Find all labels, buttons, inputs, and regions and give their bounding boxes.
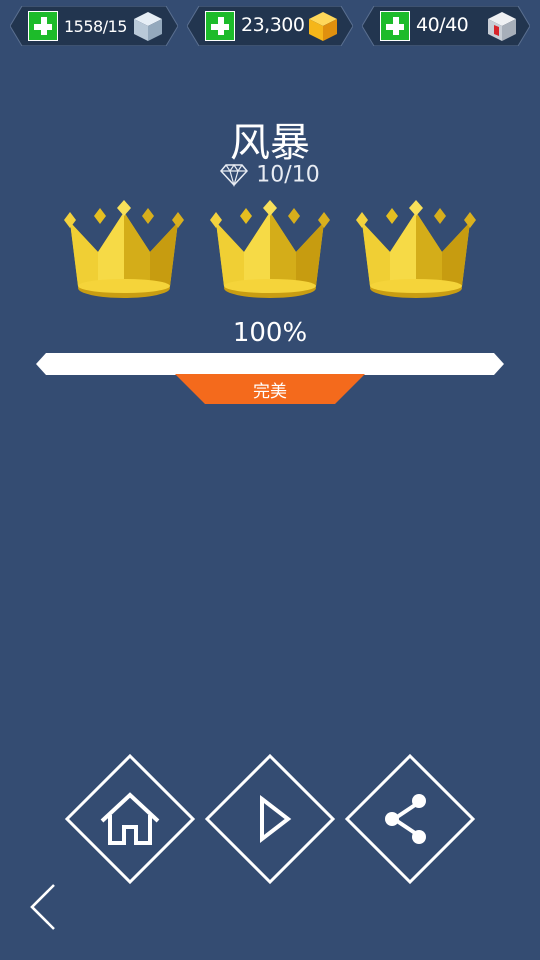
gold-resource: 23,300	[187, 6, 353, 46]
ice-cube-icon	[134, 12, 162, 41]
crown-icon	[356, 200, 476, 298]
ice-resource: 1558/15	[10, 6, 178, 46]
resource-bar: 1558/15 23,300 40/40	[0, 0, 540, 52]
gem-count: 10/10	[256, 162, 320, 188]
energy-value: 40/40	[416, 14, 469, 36]
back-chevron-icon	[30, 884, 55, 930]
crown-icon	[64, 200, 184, 298]
progress-bar-fill	[36, 353, 504, 375]
home-icon	[100, 792, 160, 845]
gold-cube-icon	[309, 12, 337, 41]
crown-icon	[210, 200, 330, 298]
ice-value: 1558/15	[64, 17, 127, 36]
progress-percent: 100%	[232, 318, 308, 348]
add-gold-button[interactable]	[205, 11, 235, 41]
share-button[interactable]	[344, 753, 476, 885]
energy-resource: 40/40	[362, 6, 530, 46]
energy-cube-icon	[488, 12, 516, 41]
home-button[interactable]	[64, 753, 196, 885]
play-icon	[260, 794, 292, 844]
diamond-icon	[220, 163, 249, 187]
play-button[interactable]	[204, 753, 336, 885]
level-title: 风暴	[230, 120, 310, 166]
gem-counter: 10/10	[0, 162, 540, 188]
add-ice-button[interactable]	[28, 11, 58, 41]
back-button[interactable]	[24, 883, 64, 931]
progress-bar	[36, 353, 504, 375]
gold-value: 23,300	[241, 14, 305, 36]
share-icon	[385, 794, 426, 844]
rating-label: 完美	[253, 382, 287, 402]
add-energy-button[interactable]	[380, 11, 410, 41]
